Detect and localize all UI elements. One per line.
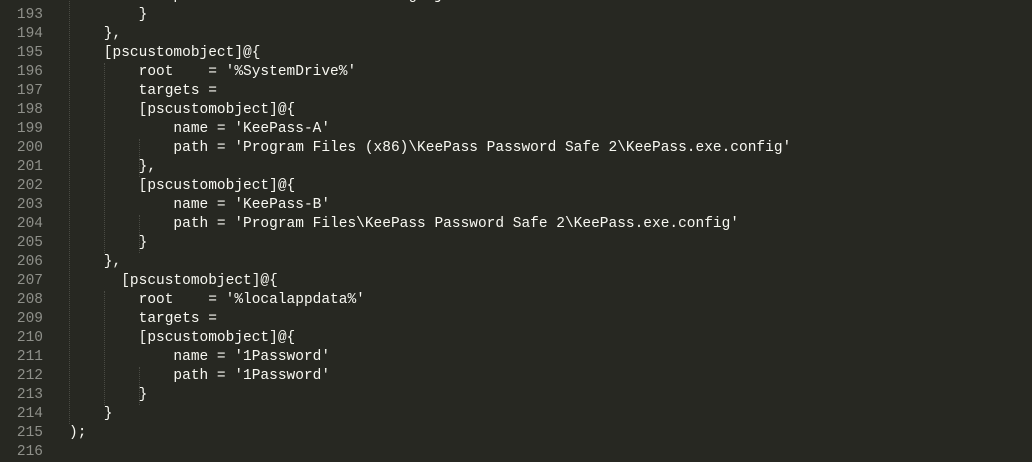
line-text[interactable]: path = 'Program Files (x86)\KeePass Pass… — [69, 139, 791, 158]
line-number: 201 — [16, 159, 43, 175]
line-number: 198 — [16, 102, 43, 118]
line-text[interactable]: [pscustomobject]@{ — [69, 329, 296, 348]
code-line[interactable]: 204 path = 'Program Files\KeePass Passwo… — [0, 215, 1032, 234]
code-line[interactable]: 199 name = 'KeePass-A' — [0, 120, 1032, 139]
code-line[interactable]: 213 } — [0, 386, 1032, 405]
code-line[interactable]: 208 root = '%localappdata%' — [0, 291, 1032, 310]
code-line[interactable]: 194 }, — [0, 25, 1032, 44]
line-text[interactable]: } — [69, 386, 148, 405]
line-number: 196 — [16, 64, 43, 80]
line-number: 208 — [16, 292, 43, 308]
code-line[interactable]: 205 } — [0, 234, 1032, 253]
line-number: 207 — [16, 273, 43, 289]
line-text[interactable]: [pscustomobject]@{ — [69, 177, 296, 196]
code-line[interactable]: 209 targets = — [0, 310, 1032, 329]
line-text[interactable]: path = '1Password' — [69, 367, 330, 386]
code-line[interactable]: 203 name = 'KeePass-B' — [0, 196, 1032, 215]
code-line[interactable]: 195 [pscustomobject]@{ — [0, 44, 1032, 63]
line-number: 214 — [16, 406, 43, 422]
line-text[interactable]: name = '1Password' — [69, 348, 330, 367]
line-text[interactable]: root = '%SystemDrive%' — [69, 63, 357, 82]
line-text[interactable]: }, — [69, 25, 121, 44]
line-number: 203 — [16, 197, 43, 213]
line-text[interactable]: name = 'KeePass-B' — [69, 196, 330, 215]
line-number: 204 — [16, 216, 43, 232]
code-line[interactable]: 216 — [0, 443, 1032, 462]
line-text[interactable]: } — [69, 234, 148, 253]
code-line[interactable]: 214 } — [0, 405, 1032, 424]
line-number: 194 — [16, 26, 43, 42]
line-number: 215 — [16, 425, 43, 441]
line-number: 200 — [16, 140, 43, 156]
line-text[interactable]: targets = — [69, 310, 217, 329]
code-line[interactable]: 215); — [0, 424, 1032, 443]
line-number: 212 — [16, 368, 43, 384]
line-number: 213 — [16, 387, 43, 403]
code-line[interactable]: 198 [pscustomobject]@{ — [0, 101, 1032, 120]
line-text[interactable]: }, — [69, 158, 156, 177]
line-number: 209 — [16, 311, 43, 327]
code-line[interactable]: 206 }, — [0, 253, 1032, 272]
line-text[interactable]: name = 'KeePass-A' — [69, 120, 330, 139]
line-text[interactable]: ); — [69, 424, 86, 443]
code-line[interactable]: 212 path = '1Password' — [0, 367, 1032, 386]
line-text[interactable]: [pscustomobject]@{ — [69, 44, 261, 63]
code-line[interactable]: 196 root = '%SystemDrive%' — [0, 63, 1032, 82]
code-line[interactable]: 197 targets = — [0, 82, 1032, 101]
code-line[interactable]: 210 [pscustomobject]@{ — [0, 329, 1032, 348]
line-text[interactable]: }, — [69, 253, 121, 272]
code-line[interactable]: 201 }, — [0, 158, 1032, 177]
line-number: 202 — [16, 178, 43, 194]
line-number: 195 — [16, 45, 43, 61]
line-number: 197 — [16, 83, 43, 99]
line-text[interactable]: [pscustomobject]@{ — [69, 272, 278, 291]
line-number: 205 — [16, 235, 43, 251]
code-line[interactable]: 202 [pscustomobject]@{ — [0, 177, 1032, 196]
code-line[interactable]: 211 name = '1Password' — [0, 348, 1032, 367]
line-number: 199 — [16, 121, 43, 137]
line-text[interactable]: path = 'Program Files\KeePass Password S… — [69, 215, 739, 234]
line-number: 211 — [16, 349, 43, 365]
line-number: 193 — [16, 7, 43, 23]
line-text[interactable]: targets = — [69, 82, 217, 101]
line-number: 206 — [16, 254, 43, 270]
line-number: 216 — [16, 444, 43, 460]
line-number: 210 — [16, 330, 43, 346]
code-line[interactable]: 200 path = 'Program Files (x86)\KeePass … — [0, 139, 1032, 158]
code-line[interactable]: 193 } — [0, 6, 1032, 25]
code-line[interactable]: 207 [pscustomobject]@{ — [0, 272, 1032, 291]
code-editor[interactable]: 192 path = 'hnfanknocfeofbddgcijnmhnfnkd… — [0, 0, 1032, 462]
line-text[interactable]: [pscustomobject]@{ — [69, 101, 296, 120]
line-text[interactable]: } — [69, 6, 148, 25]
line-text[interactable]: } — [69, 405, 113, 424]
line-text[interactable]: root = '%localappdata%' — [69, 291, 365, 310]
